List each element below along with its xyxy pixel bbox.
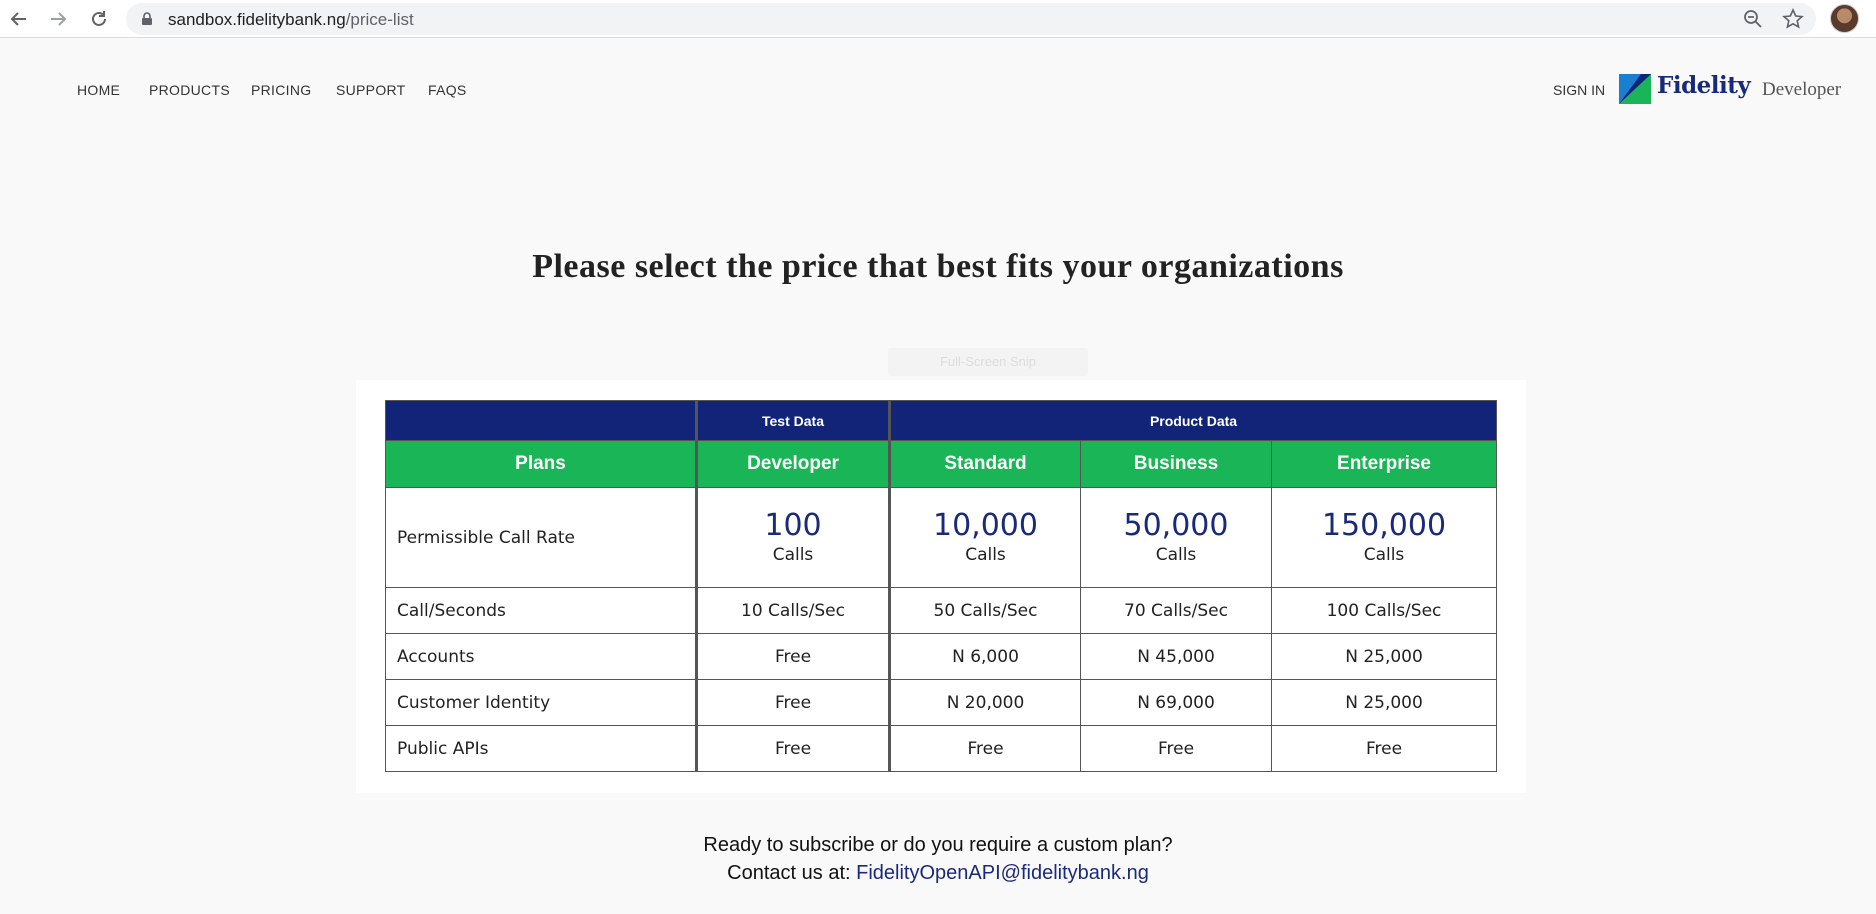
page-title: Please select the price that best fits y… (532, 248, 1344, 285)
row-label: Public APIs (385, 725, 697, 772)
table-cell: N 25,000 (1270, 633, 1498, 680)
table-row: Customer Identity Free N 20,000 N 69,000… (385, 679, 1498, 726)
rate-cell: 150,000 Calls (1270, 487, 1498, 588)
nav-products[interactable]: PRODUCTS (149, 82, 230, 98)
rate-unit: Calls (965, 544, 1006, 565)
rate-cell: 10,000 Calls (888, 487, 1081, 588)
table-cell: Free (695, 725, 890, 772)
fidelity-logo-icon[interactable] (1619, 74, 1651, 104)
table-cell: 10 Calls/Sec (695, 587, 890, 634)
plan-header-row: Plans Developer Standard Business Enterp… (385, 440, 1498, 488)
forward-icon[interactable] (45, 6, 71, 32)
table-cell: 70 Calls/Sec (1080, 587, 1272, 634)
rate-unit: Calls (1155, 544, 1197, 565)
nav-support[interactable]: SUPPORT (336, 82, 406, 98)
rate-cell: 100 Calls (695, 487, 890, 588)
group-header-test: Test Data (695, 400, 890, 441)
address-bar[interactable]: sandbox.fidelitybank.ng/price-list (126, 3, 1816, 35)
bookmark-star-icon[interactable] (1782, 8, 1804, 30)
lock-icon (142, 12, 152, 25)
url-text: sandbox.fidelitybank.ng/price-list (168, 10, 414, 29)
pricing-table: Test Data Product Data Plans Developer S… (385, 400, 1498, 772)
contact-label: Contact us at: (727, 862, 851, 884)
plan-header-business[interactable]: Business (1080, 440, 1272, 488)
contact-line: Contact us at: FidelityOpenAPI@fidelityb… (0, 862, 1876, 885)
table-cell: N 6,000 (888, 633, 1081, 680)
row-label: Customer Identity (385, 679, 697, 726)
row-label: Call/Seconds (385, 587, 697, 634)
table-row: Call/Seconds 10 Calls/Sec 50 Calls/Sec 7… (385, 587, 1498, 634)
rate-value: 150,000 (1321, 507, 1447, 543)
table-row: Accounts Free N 6,000 N 45,000 N 25,000 (385, 633, 1498, 680)
table-cell: N 20,000 (888, 679, 1081, 726)
rate-unit: Calls (772, 544, 814, 565)
rate-value: 100 (764, 507, 822, 543)
logo-text[interactable]: Fidelity (1657, 72, 1751, 99)
reload-icon[interactable] (86, 6, 112, 32)
table-cell: N 25,000 (1270, 679, 1498, 726)
table-row: Public APIs Free Free Free Free (385, 725, 1498, 772)
plan-header-standard[interactable]: Standard (888, 440, 1081, 488)
nav-home[interactable]: HOME (77, 82, 120, 98)
table-row: Permissible Call Rate 100 Calls 10,000 Cal… (385, 487, 1498, 588)
group-header-row: Test Data Product Data (385, 400, 1498, 441)
table-cell: Free (888, 725, 1081, 772)
table-cell: Free (1270, 725, 1498, 772)
plan-header-enterprise[interactable]: Enterprise (1270, 440, 1498, 488)
site-header: HOME PRODUCTS PRICING SUPPORT FAQS SIGN … (0, 38, 1876, 122)
group-header-product: Product Data (887, 400, 1498, 441)
browser-toolbar: sandbox.fidelitybank.ng/price-list (0, 0, 1876, 38)
sign-in-link[interactable]: SIGN IN (1553, 82, 1605, 98)
table-cell: 100 Calls/Sec (1270, 587, 1498, 634)
logo-subtitle: Developer (1762, 79, 1842, 100)
contact-email-link[interactable]: FidelityOpenAPI@fidelitybank.ng (856, 862, 1149, 884)
rate-value: 50,000 (1123, 507, 1229, 543)
nav-pricing[interactable]: PRICING (251, 82, 311, 98)
rate-value: 10,000 (933, 507, 1038, 543)
rate-unit: Calls (1363, 544, 1405, 565)
plan-header-developer[interactable]: Developer (695, 440, 890, 488)
table-cell: N 69,000 (1080, 679, 1272, 726)
group-header-empty (385, 400, 697, 441)
nav-faqs[interactable]: FAQS (428, 82, 467, 98)
table-cell: N 45,000 (1080, 633, 1272, 680)
pricing-card: Test Data Product Data Plans Developer S… (356, 380, 1526, 793)
plan-header-plans: Plans (385, 440, 697, 488)
back-icon[interactable] (6, 6, 32, 32)
row-label: Permissible Call Rate (385, 487, 697, 588)
rate-cell: 50,000 Calls (1080, 487, 1272, 588)
row-label: Accounts (385, 633, 697, 680)
table-cell: Free (1080, 725, 1272, 772)
zoom-icon[interactable] (1742, 8, 1764, 30)
full-screen-snip-button[interactable]: Full-Screen Snip (888, 348, 1088, 376)
table-cell: Free (695, 679, 890, 726)
profile-avatar[interactable] (1830, 4, 1859, 33)
subscribe-prompt: Ready to subscribe or do you require a c… (703, 834, 1173, 856)
table-cell: 50 Calls/Sec (888, 587, 1081, 634)
table-cell: Free (695, 633, 890, 680)
